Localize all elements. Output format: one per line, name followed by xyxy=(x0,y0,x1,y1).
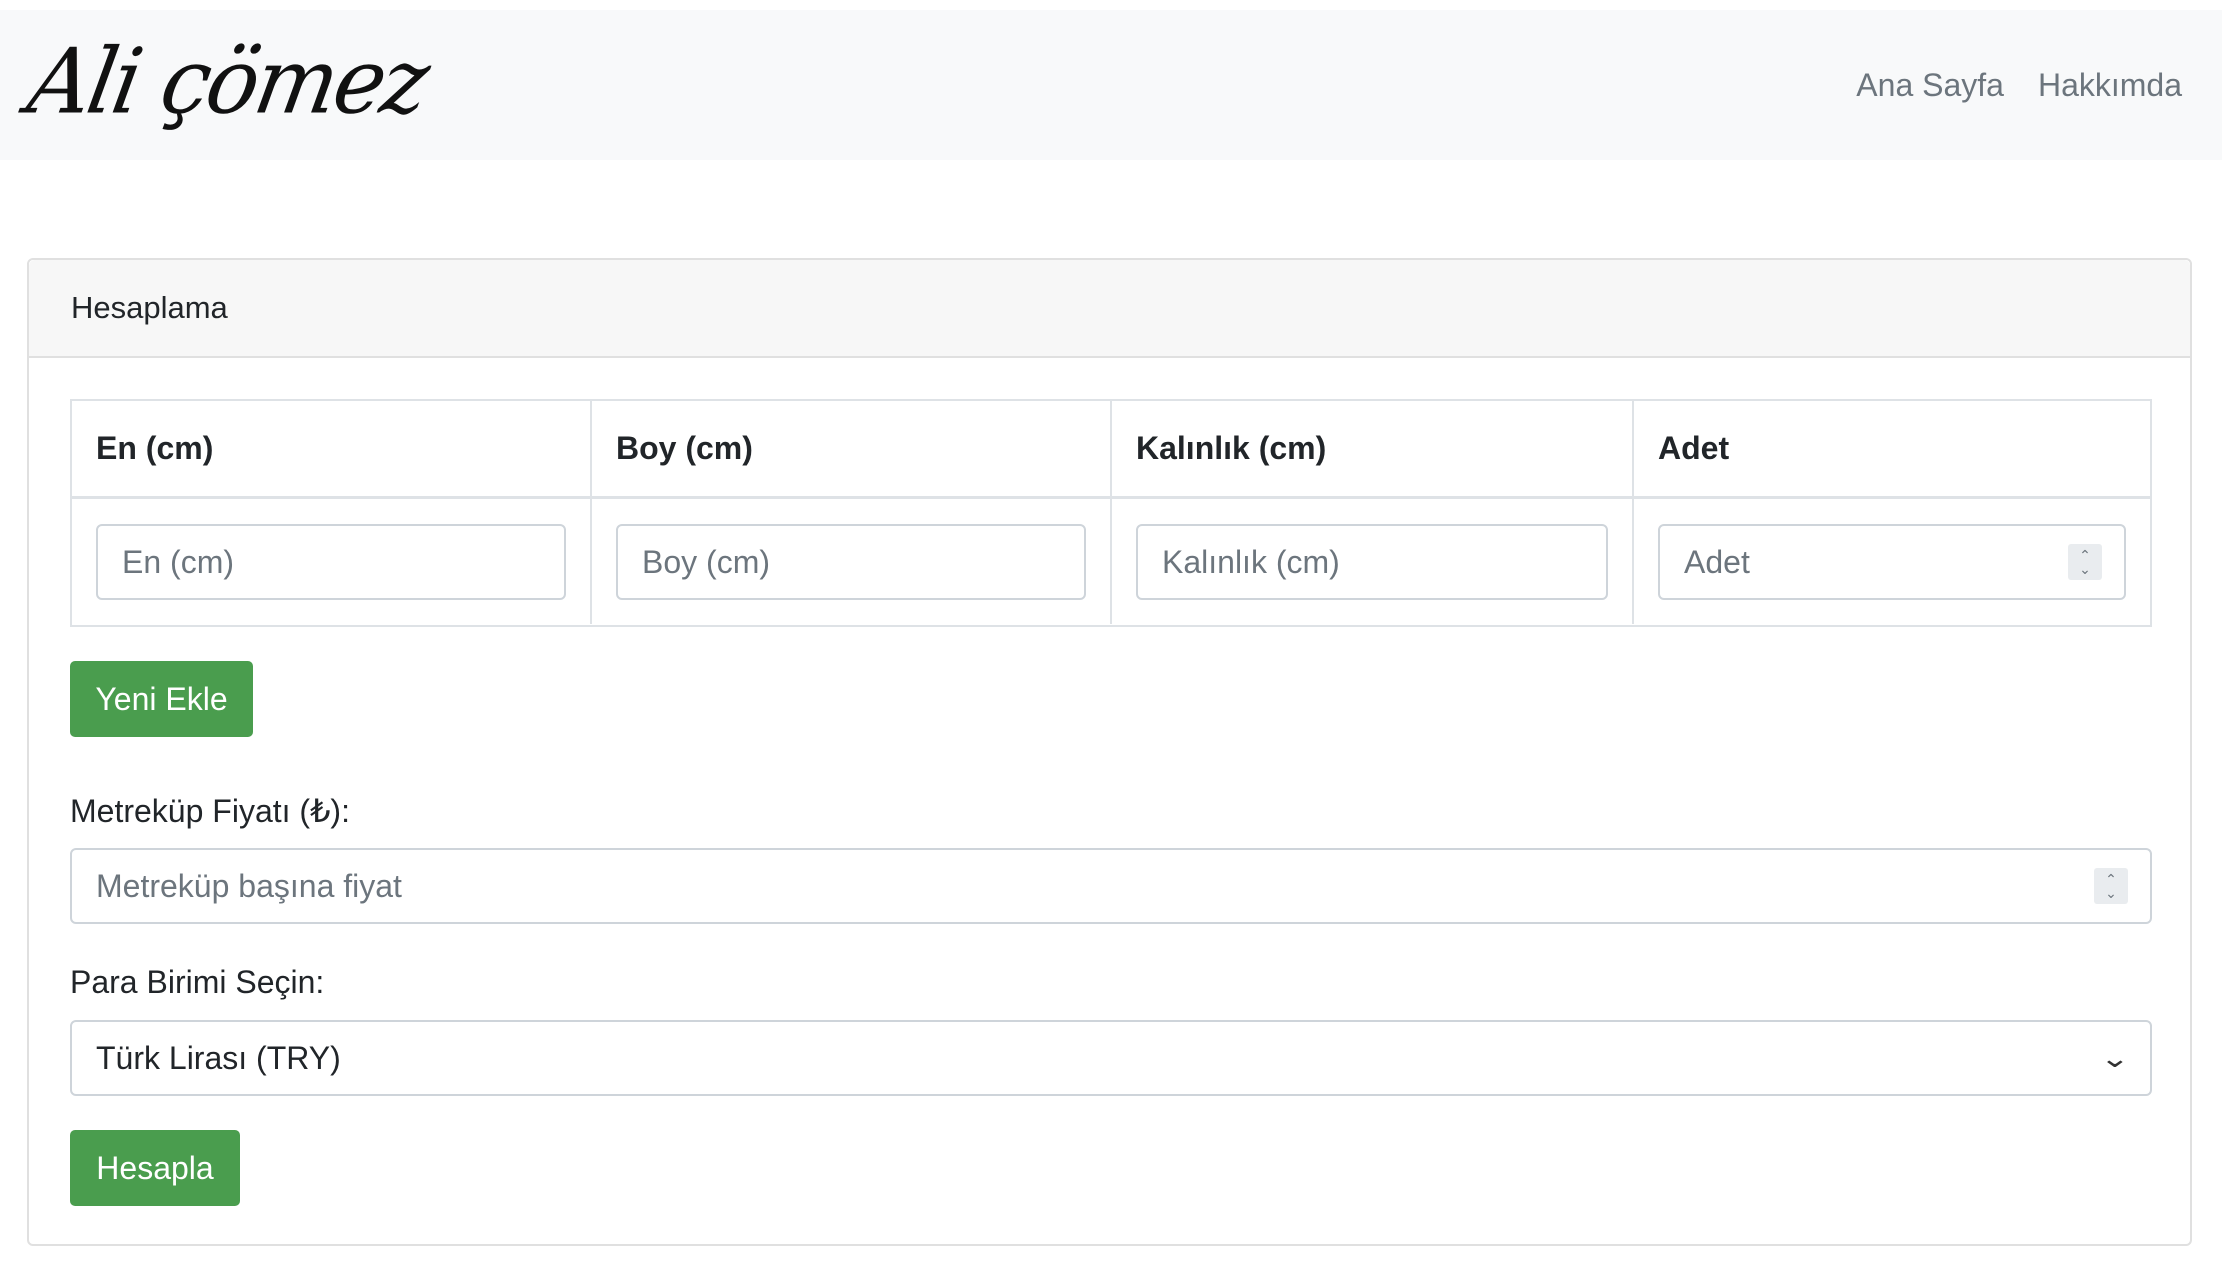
thickness-input[interactable] xyxy=(1136,524,1608,600)
nav-link-home[interactable]: Ana Sayfa xyxy=(1856,67,2004,104)
currency-selected-value: Türk Lirası (TRY) xyxy=(96,1039,341,1076)
price-stepper[interactable]: ⌃ ⌄ xyxy=(2094,868,2128,904)
card-title: Hesaplama xyxy=(29,260,2190,358)
length-input[interactable] xyxy=(616,524,1086,600)
header-thickness: Kalınlık (cm) xyxy=(1136,430,1327,466)
currency-select[interactable]: Türk Lirası (TRY) ⌄ xyxy=(70,1020,2152,1096)
quantity-input[interactable] xyxy=(1658,524,2126,600)
width-input[interactable] xyxy=(96,524,566,600)
chevron-down-icon: ⌄ xyxy=(2099,1042,2131,1073)
header-length: Boy (cm) xyxy=(616,430,753,466)
brand-logo[interactable]: Ali çömez xyxy=(21,30,435,135)
navbar: Ali çömez Ana Sayfa Hakkımda xyxy=(0,10,2222,160)
header-quantity: Adet xyxy=(1658,430,1730,466)
currency-select-wrap: Türk Lirası (TRY) ⌄ xyxy=(70,1020,2152,1096)
stepper-up-icon[interactable]: ⌃ xyxy=(2105,872,2117,886)
price-label: Metreküp Fiyatı (₺): xyxy=(70,793,350,829)
stepper-down-icon[interactable]: ⌄ xyxy=(2079,562,2091,576)
price-input[interactable] xyxy=(70,848,2152,924)
calculation-card: Hesaplama En (cm) Boy (cm) Kalınlık (cm)… xyxy=(27,258,2192,1246)
stepper-down-icon[interactable]: ⌄ xyxy=(2105,886,2117,900)
nav-links: Ana Sayfa Hakkımda xyxy=(1856,10,2182,160)
header-width: En (cm) xyxy=(96,430,214,466)
stepper-up-icon[interactable]: ⌃ xyxy=(2079,548,2091,562)
nav-link-about[interactable]: Hakkımda xyxy=(2038,67,2182,104)
quantity-stepper[interactable]: ⌃ ⌄ xyxy=(2068,544,2102,580)
calculate-button[interactable]: Hesapla xyxy=(70,1130,240,1206)
table-row: ⌃ ⌄ xyxy=(72,499,2150,624)
dimensions-table: En (cm) Boy (cm) Kalınlık (cm) Adet ⌃ ⌄ xyxy=(70,399,2152,627)
currency-label: Para Birimi Seçin: xyxy=(70,964,325,1000)
price-field-wrap: ⌃ ⌄ xyxy=(70,848,2152,924)
add-row-button[interactable]: Yeni Ekle xyxy=(70,661,253,737)
table-header-row: En (cm) Boy (cm) Kalınlık (cm) Adet xyxy=(72,401,2150,499)
